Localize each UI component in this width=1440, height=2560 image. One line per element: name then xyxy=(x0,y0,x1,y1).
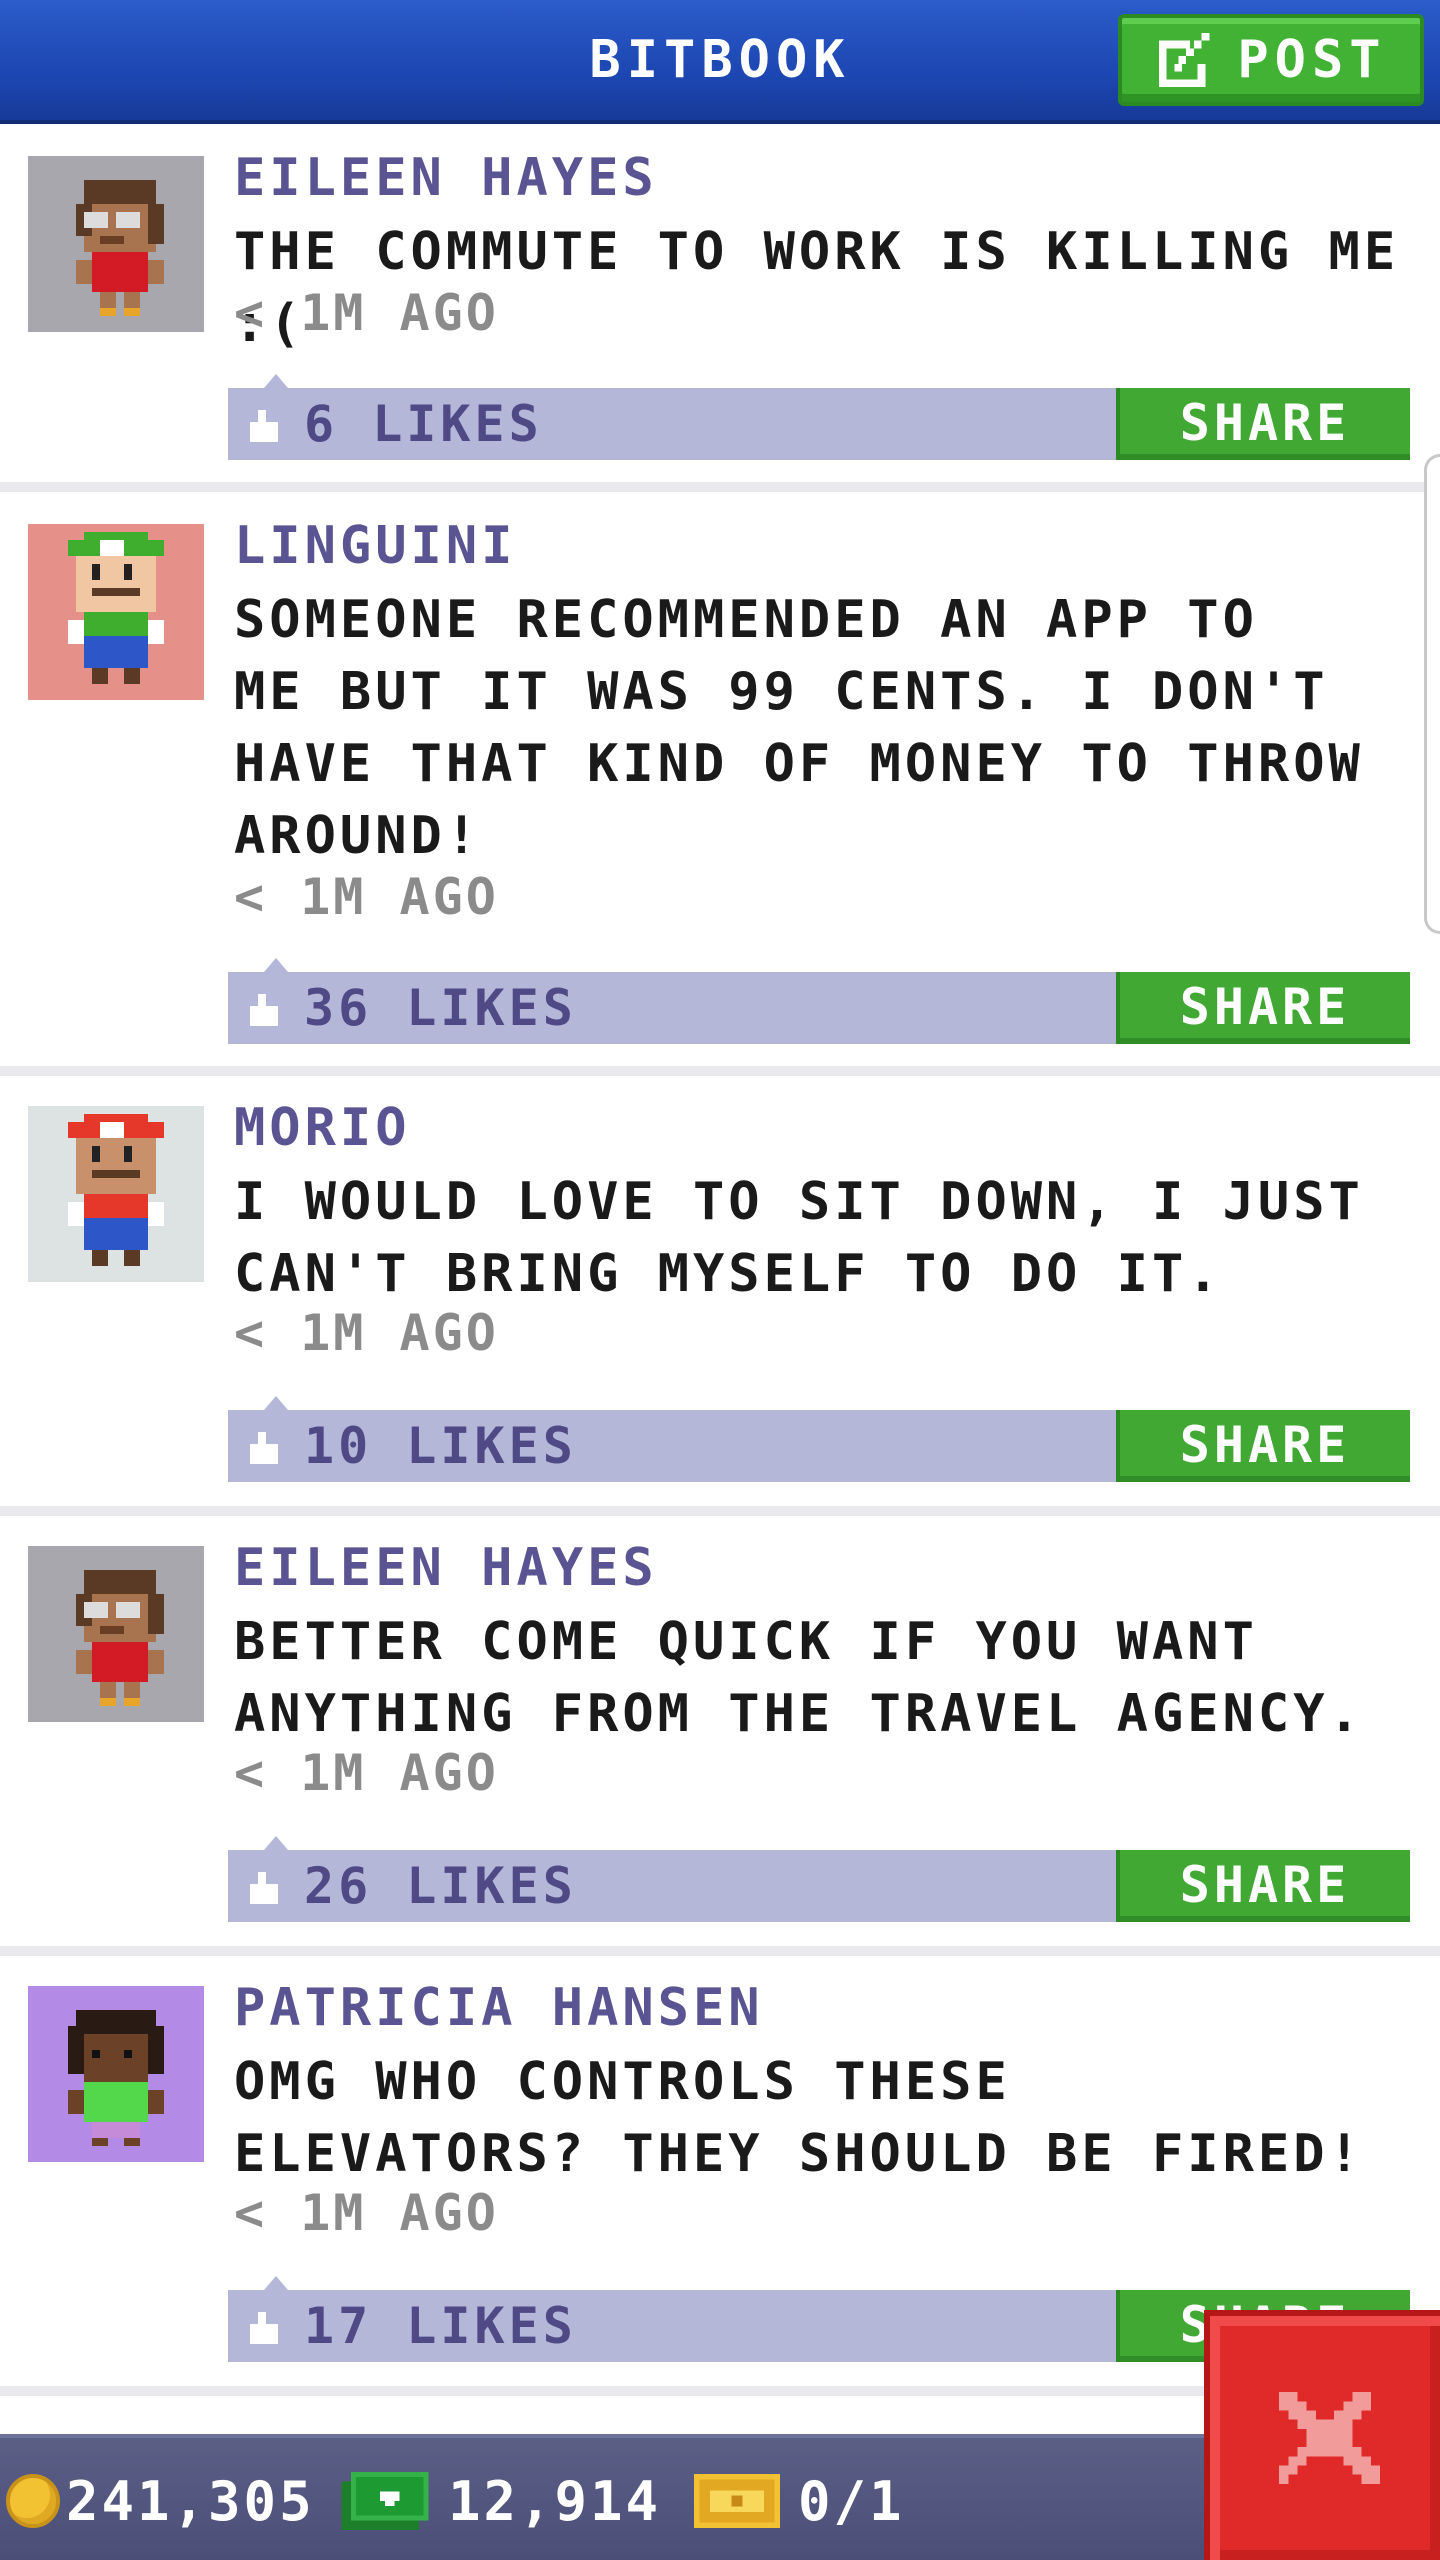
like-count: 6 LIKES xyxy=(304,395,543,453)
cash-balance: 12,914 xyxy=(340,2438,661,2560)
post-time: < 1M AGO xyxy=(234,1304,499,1362)
avatar[interactable] xyxy=(28,1546,204,1722)
ticket-balance: 0/1 xyxy=(694,2438,905,2560)
post-divider xyxy=(0,1506,1440,1516)
avatar[interactable] xyxy=(28,524,204,700)
feed-post: LINGUINI SOMEONE RECOMMENDED AN APP TO M… xyxy=(0,492,1440,1076)
feed-post: MORIO I WOULD LOVE TO SIT DOWN, I JUST C… xyxy=(0,1076,1440,1516)
scrollbar[interactable] xyxy=(1424,454,1440,934)
post-time: < 1M AGO xyxy=(234,284,499,342)
thumbs-up-icon[interactable] xyxy=(242,1868,282,1908)
cash-amount: 12,914 xyxy=(448,2469,662,2533)
post-time: < 1M AGO xyxy=(234,2184,499,2242)
post-divider xyxy=(0,1946,1440,1956)
post-time: < 1M AGO xyxy=(234,868,499,926)
share-button[interactable]: SHARE xyxy=(1116,388,1410,460)
like-bar: 36 LIKES SHARE xyxy=(228,958,1410,1044)
share-button[interactable]: SHARE xyxy=(1116,972,1410,1044)
coin-icon xyxy=(6,2474,60,2528)
post-author[interactable]: MORIO xyxy=(234,1098,411,1158)
post-divider xyxy=(0,482,1440,492)
avatar[interactable] xyxy=(28,1986,204,2162)
avatar[interactable] xyxy=(28,156,204,332)
share-button[interactable]: SHARE xyxy=(1116,1410,1410,1482)
post-button-label: POST xyxy=(1237,30,1387,90)
ticket-amount: 0/1 xyxy=(798,2469,905,2533)
post-author[interactable]: LINGUINI xyxy=(234,516,516,576)
post-time: < 1M AGO xyxy=(234,1744,499,1802)
thumbs-up-icon[interactable] xyxy=(242,406,282,446)
feed-post: EILEEN HAYES THE COMMUTE TO WORK IS KILL… xyxy=(0,124,1440,492)
post-author[interactable]: EILEEN HAYES xyxy=(234,148,658,208)
post-message: OMG WHO CONTROLS THESE ELEVATORS? THEY S… xyxy=(234,2052,1364,2184)
like-bar: 10 LIKES SHARE xyxy=(228,1396,1410,1482)
share-button[interactable]: SHARE xyxy=(1116,1850,1410,1922)
post-message: BETTER COME QUICK IF YOU WANT ANYTHING F… xyxy=(234,1612,1364,1744)
like-bar: 26 LIKES SHARE xyxy=(228,1836,1410,1922)
thumbs-up-icon[interactable] xyxy=(242,2308,282,2348)
coin-balance: 241,305 xyxy=(6,2438,315,2560)
like-count: 10 LIKES xyxy=(304,1417,577,1475)
feed-post: EILEEN HAYES BETTER COME QUICK IF YOU WA… xyxy=(0,1516,1440,1956)
ticket-icon xyxy=(694,2474,780,2528)
like-count: 36 LIKES xyxy=(304,979,577,1037)
post-button[interactable]: POST xyxy=(1118,14,1424,106)
like-count: 17 LIKES xyxy=(304,2297,577,2355)
close-button[interactable] xyxy=(1204,2310,1440,2560)
post-message: I WOULD LOVE TO SIT DOWN, I JUST CAN'T B… xyxy=(234,1172,1364,1304)
post-author[interactable]: PATRICIA HANSEN xyxy=(234,1978,764,2038)
top-bar: BITBOOK POST xyxy=(0,0,1440,124)
close-icon xyxy=(1279,2392,1380,2484)
news-feed[interactable]: EILEEN HAYES THE COMMUTE TO WORK IS KILL… xyxy=(0,124,1440,2434)
cash-icon xyxy=(341,2472,429,2530)
thumbs-up-icon[interactable] xyxy=(242,1428,282,1468)
avatar[interactable] xyxy=(28,1106,204,1282)
post-divider xyxy=(0,1066,1440,1076)
like-count: 26 LIKES xyxy=(304,1857,577,1915)
post-author[interactable]: EILEEN HAYES xyxy=(234,1538,658,1598)
edit-icon xyxy=(1159,32,1210,88)
coin-amount: 241,305 xyxy=(66,2469,315,2533)
thumbs-up-icon[interactable] xyxy=(242,990,282,1030)
post-message: SOMEONE RECOMMENDED AN APP TO ME BUT IT … xyxy=(234,590,1364,866)
like-bar: 6 LIKES SHARE xyxy=(228,374,1410,460)
